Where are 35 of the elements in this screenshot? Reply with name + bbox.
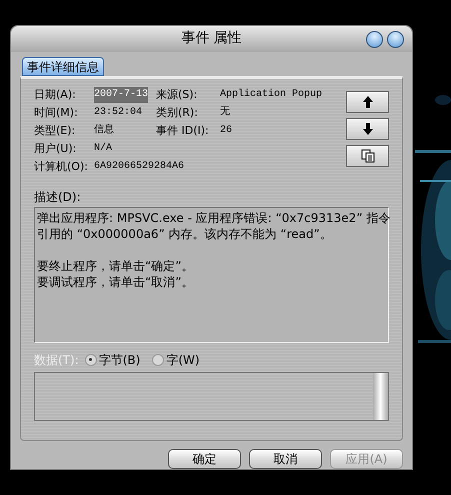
radio-label: 字(W)	[166, 352, 200, 369]
field-value: 2007-7-13	[94, 86, 148, 103]
field-label: 事件 ID(I):	[156, 122, 210, 139]
field-value: 26	[220, 124, 232, 138]
field-label: 类别(R):	[156, 104, 199, 121]
copy-icon	[360, 148, 374, 163]
radio-label: 字节(B)	[98, 352, 140, 369]
field-value: 信息	[94, 122, 114, 138]
down-button[interactable]	[346, 118, 389, 140]
down-arrow-icon	[362, 122, 372, 135]
minimize-button[interactable]	[366, 31, 383, 48]
up-button[interactable]	[346, 90, 389, 113]
field-value: Application Popup	[220, 88, 322, 102]
field-value: N/A	[94, 142, 112, 156]
dialog-button[interactable]: 取消	[249, 449, 322, 469]
description-line: 引用的 “0x000000a6” 内存。该内存不能为 “read”。	[37, 226, 333, 242]
dialog-button[interactable]: 确定	[168, 449, 241, 469]
field-label: 类型(E):	[34, 122, 76, 139]
description-line: 要调试程序，请单击“取消”。	[37, 274, 194, 290]
field-label: 来源(S):	[156, 86, 198, 103]
close-button[interactable]	[387, 31, 404, 48]
description-line: 要终止程序，请单击“确定”。	[37, 258, 194, 274]
description-label: 描述(D):	[34, 188, 82, 205]
field-value: 无	[220, 105, 230, 120]
field-label: 计算机(O):	[34, 158, 89, 175]
up-arrow-icon	[362, 96, 372, 108]
field-label: 日期(A):	[34, 86, 77, 103]
scrollbar	[373, 372, 388, 420]
tab[interactable]: 事件详细信息	[22, 56, 104, 76]
window-title: 事件 属性	[181, 29, 242, 48]
field-value: 23:52:04	[94, 106, 142, 120]
copy-button[interactable]	[346, 144, 389, 167]
field-label: 时间(M):	[34, 104, 79, 121]
field-value: 6A92066529284A6	[94, 160, 184, 174]
field-label: 用户(U):	[34, 140, 78, 157]
